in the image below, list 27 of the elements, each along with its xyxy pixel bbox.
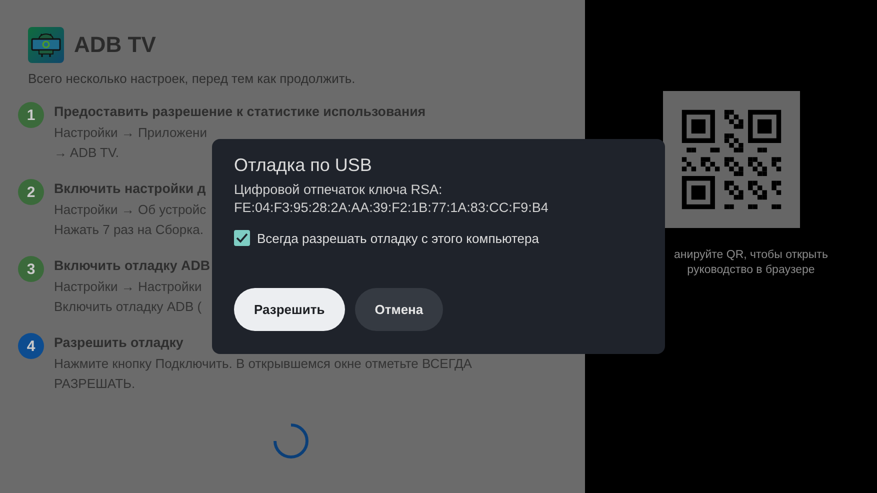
dialog-title: Отладка по USB <box>234 155 373 176</box>
step-description: Нажмите кнопку Подключить. В открывшемся окне отметьте ВСЕГДА <box>54 355 472 373</box>
android-robot-icon <box>28 27 64 63</box>
app-title: ADB TV <box>74 32 156 58</box>
step-description: → ADB TV. <box>54 144 120 162</box>
dialog-button[interactable]: Разрешить <box>234 288 345 331</box>
step-description: РАЗРЕШАТЬ. <box>54 375 136 393</box>
step-description: Настройки → Настройки <box>54 278 202 296</box>
step-description: Включить отладку ADB ( <box>54 298 202 316</box>
step-title: Включить настройки д <box>54 181 206 196</box>
step-number: 3 <box>18 256 44 282</box>
step-description: Настройки → Об устройс <box>54 201 206 219</box>
step-description: Нажать 7 раз на Сборка. <box>54 221 204 239</box>
step-title: Включить отладку ADB <box>54 258 210 273</box>
loading-spinner <box>272 422 310 460</box>
step-number: 4 <box>18 333 44 359</box>
checkbox-label: Всегда разрешать отладку с этого компьютера <box>257 230 539 246</box>
dialog-message: Цифровой отпечаток ключа RSA: FE:04:F3:95:28:2A:AA:39:F2:1B:77:1A:83:CC:F9:B4 <box>234 181 550 217</box>
step-number: 2 <box>18 179 44 205</box>
dialog-button[interactable]: Отмена <box>354 288 444 331</box>
checkbox[interactable] <box>234 230 250 246</box>
step-title: Разрешить отладку <box>54 335 184 350</box>
step-title: Предоставить разрешение к статистике использования <box>54 104 426 119</box>
qr-caption: анируйте QR, чтобы открыть руководство в браузере <box>673 248 828 278</box>
step-number: 1 <box>18 102 44 128</box>
subtitle: Всего несколько настроек, перед тем как продолжить. <box>28 71 356 86</box>
step-description: Настройки → Приложени <box>54 124 207 142</box>
